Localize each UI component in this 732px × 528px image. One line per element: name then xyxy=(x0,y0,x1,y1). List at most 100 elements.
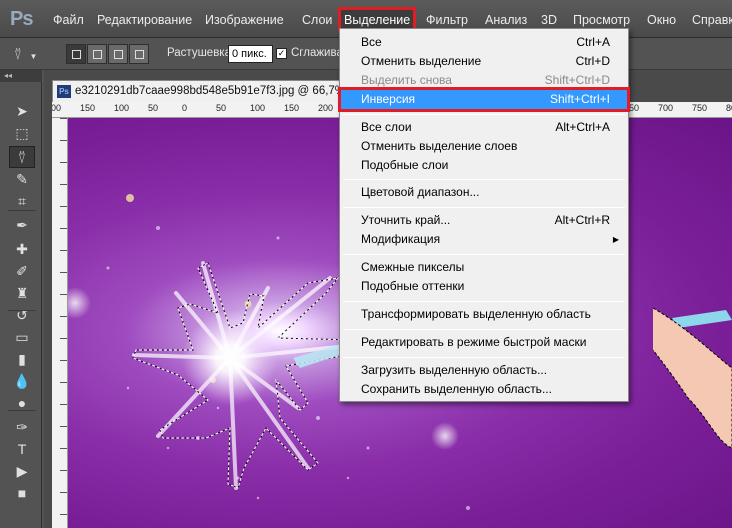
menu-item-4[interactable]: Все слои Alt+Ctrl+A xyxy=(341,118,627,137)
ruler-label: 50 xyxy=(216,103,227,113)
glow-spot xyxy=(68,287,91,319)
menu-item-6[interactable]: Подобные слои xyxy=(341,156,627,175)
menu-separator xyxy=(343,207,625,208)
menu-item-10[interactable]: Смежные пикселы xyxy=(341,258,627,277)
document-tab[interactable]: Ps e3210291db7caae998bd548e5b91e7f3.jpg … xyxy=(52,80,347,102)
chevron-down-icon: ▼ xyxy=(29,52,38,61)
gradient-tool[interactable]: ▮ xyxy=(9,348,35,370)
eraser-icon: ▭ xyxy=(15,329,29,345)
menu-item-12[interactable]: Трансформировать выделенную область xyxy=(341,305,627,324)
menu-separator xyxy=(343,329,625,330)
polygonal-lasso-icon: ⍢ xyxy=(14,47,22,62)
healing-brush-tool[interactable]: ✚ xyxy=(9,238,35,260)
gradient-icon: ▮ xyxy=(18,351,26,367)
menu-select[interactable]: Выделение xyxy=(337,7,417,33)
quick-selection-icon: ✎ xyxy=(16,171,28,187)
healing-brush-icon: ✚ xyxy=(16,241,28,257)
menu-image[interactable]: Изображение xyxy=(202,10,287,30)
ruler-label: 100 xyxy=(250,103,266,113)
menu-item-7[interactable]: Цветовой диапазон... xyxy=(341,183,627,202)
menu-help[interactable]: Справка xyxy=(689,10,732,30)
yellow-sparkle xyxy=(126,194,134,202)
menu-item-5[interactable]: Отменить выделение слоев xyxy=(341,137,627,156)
menu-item-label: Отменить выделение xyxy=(361,54,482,68)
menu-item-14[interactable]: Загрузить выделенную область... xyxy=(341,361,627,380)
ruler-label: 150 xyxy=(284,103,300,113)
new-selection-button[interactable] xyxy=(66,44,86,64)
menu-filter[interactable]: Фильтр xyxy=(423,10,471,30)
eraser-tool[interactable]: ▭ xyxy=(9,326,35,348)
ruler-tick xyxy=(60,228,67,229)
ruler-tick xyxy=(60,118,67,119)
brush-tool[interactable]: ✐ xyxy=(9,260,35,282)
menu-item-label: Все xyxy=(361,35,382,49)
type-tool[interactable]: T xyxy=(9,438,35,460)
vertical-ruler[interactable] xyxy=(52,118,68,528)
path-selection-icon: ▶ xyxy=(16,463,28,479)
ruler-label: 200 xyxy=(318,103,334,113)
menu-analysis[interactable]: Анализ xyxy=(482,10,530,30)
menu-item-shortcut: Ctrl+A xyxy=(576,35,610,49)
ruler-label: 200 xyxy=(52,103,62,113)
clone-stamp-tool[interactable]: ♜ xyxy=(9,282,35,304)
menu-item-15[interactable]: Сохранить выделенную область... xyxy=(341,380,627,399)
menu-view[interactable]: Просмотр xyxy=(570,10,633,30)
polygonal-lasso-tool[interactable]: ⍢ xyxy=(9,146,35,168)
ruler-label: 700 xyxy=(658,103,674,113)
path-selection-tool[interactable]: ▶ xyxy=(9,460,35,482)
ruler-tick xyxy=(60,470,67,471)
eyedropper-tool[interactable]: ✒ xyxy=(9,214,35,236)
history-brush-tool[interactable]: ↺ xyxy=(9,304,35,326)
menu-window[interactable]: Окно xyxy=(644,10,679,30)
anti-alias-checkbox[interactable]: ✓ xyxy=(276,48,287,59)
rect-marquee-icon: ⬚ xyxy=(15,125,29,141)
photoshop-window: { "app": { "logo": "Ps" }, "menubar": { … xyxy=(0,0,732,528)
menu-item-label: Модификация xyxy=(361,232,441,246)
brush-icon: ✐ xyxy=(16,263,28,279)
menu-separator xyxy=(343,179,625,180)
quick-selection-tool[interactable]: ✎ xyxy=(9,168,35,190)
menu-item-1[interactable]: Отменить выделение Ctrl+D xyxy=(341,52,627,71)
blur-icon: 💧 xyxy=(13,373,31,389)
menu-item-9[interactable]: Модификация ▶ xyxy=(341,230,627,249)
menu-item-shortcut: Shift+Ctrl+D xyxy=(544,73,610,87)
menu-item-label: Цветовой диапазон... xyxy=(361,185,480,199)
menu-item-0[interactable]: Все Ctrl+A xyxy=(341,33,627,52)
shape-tool[interactable]: ■ xyxy=(9,482,35,504)
crop-tool[interactable]: ⌗ xyxy=(9,190,35,212)
blur-tool[interactable]: 💧 xyxy=(9,370,35,392)
shape-icon: ■ xyxy=(17,485,27,501)
menu-item-label: Отменить выделение слоев xyxy=(361,139,518,153)
add-to-selection-button[interactable] xyxy=(87,44,107,64)
menu-item-8[interactable]: Уточнить край... Alt+Ctrl+R xyxy=(341,211,627,230)
menu-file[interactable]: Файл xyxy=(50,10,87,30)
ruler-tick xyxy=(60,514,67,515)
menu-item-11[interactable]: Подобные оттенки xyxy=(341,277,627,296)
ruler-label: 0 xyxy=(182,103,188,113)
menu-item-13[interactable]: Редактировать в режиме быстрой маски xyxy=(341,333,627,352)
ruler-tick xyxy=(60,338,67,339)
glow-spot xyxy=(431,422,459,450)
ruler-tick xyxy=(60,250,67,251)
ruler-label: 150 xyxy=(80,103,96,113)
menu-item-3[interactable]: Инверсия Shift+Ctrl+I xyxy=(338,87,630,112)
rect-marquee-tool[interactable]: ⬚ xyxy=(9,122,35,144)
ruler-tick xyxy=(60,492,67,493)
photoshop-file-icon: Ps xyxy=(57,85,71,98)
tool-preset-picker[interactable]: ⍢ ▼ xyxy=(14,47,37,63)
feather-input[interactable]: 0 пикс. xyxy=(228,45,273,63)
menu-layers[interactable]: Слои xyxy=(299,10,335,30)
move-tool[interactable]: ➤ xyxy=(9,100,35,122)
menu-item-label: Сохранить выделенную область... xyxy=(361,382,552,396)
subtract-selection-button[interactable] xyxy=(108,44,128,64)
ruler-tick xyxy=(60,272,67,273)
menu-edit[interactable]: Редактирование xyxy=(94,10,195,30)
menu-3d[interactable]: 3D xyxy=(538,10,560,30)
clone-stamp-icon: ♜ xyxy=(15,285,29,301)
tools-panel-header[interactable]: ◂◂ xyxy=(0,70,42,82)
intersect-selection-button[interactable] xyxy=(129,44,149,64)
document-title: e3210291db7caae998bd548e5b91e7f3.jpg @ 6… xyxy=(75,85,346,97)
pen-tool[interactable]: ✑ xyxy=(9,416,35,438)
ruler-label: 50 xyxy=(148,103,159,113)
menu-item-shortcut: Ctrl+D xyxy=(575,54,610,68)
